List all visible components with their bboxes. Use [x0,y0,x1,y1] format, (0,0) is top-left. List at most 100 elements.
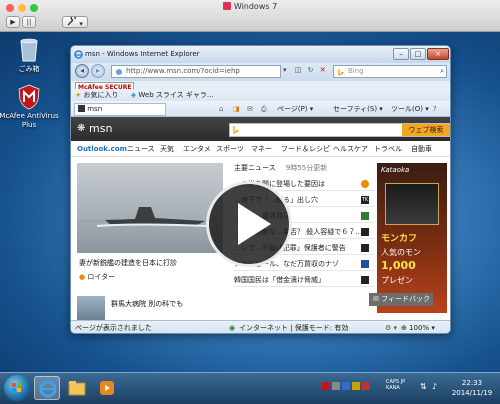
stop-icon[interactable]: ✕ [320,66,326,74]
page-icon [116,69,122,75]
tray-icon-5[interactable] [362,382,370,390]
tray-icons [322,382,382,394]
address-dropdown-icon[interactable]: ▾ [283,66,287,74]
top-stories-header: 主要ニュース 9時55分更新 [234,163,327,173]
ad-text-4: プレゼン [381,276,413,285]
taskbar-explorer[interactable] [64,376,90,400]
cat-money[interactable]: マネー [251,141,272,157]
main-news-caption[interactable]: 妻が新鋭艦の建造を日本に打診 [79,258,177,268]
web-slice-gallery[interactable]: Web スライス ギャラ... [138,91,213,99]
maximize-button[interactable]: □ [410,48,426,60]
mail-icon[interactable]: ✉ [247,101,253,117]
vm-logo-icon [222,2,231,10]
mcafee-label: McAfee AntiVirus Plus [0,112,59,129]
home-icon[interactable]: ⌂ [219,101,223,117]
status-settings-icon[interactable]: ⚙ ▾ [385,321,397,333]
tools-menu-label: ツール(O) [391,105,423,113]
address-actions: ▾ ◫ ↻ ✕ [283,66,326,74]
search-icon[interactable]: ⌕ [440,66,444,77]
video-play-overlay[interactable] [206,181,292,267]
zone-text: インターネット | 保護モード: 有効 [239,324,349,332]
source-icon-7 [361,276,369,284]
tray-icon-4[interactable] [352,382,360,390]
ie-window-title: msn - Windows Internet Explorer [85,50,200,58]
safety-menu[interactable]: セーフティ(S) ▾ [333,101,383,117]
network-icon[interactable]: ⇅ [420,382,427,391]
cat-auto[interactable]: 自動車 [411,141,432,157]
ad-text-3: 1,000 [381,259,416,272]
forward-button[interactable]: ▸ [91,64,105,78]
cat-news[interactable]: ニュース [127,141,155,157]
mcafee-shortcut[interactable]: McAfee AntiVirus Plus [0,84,59,130]
favorites-star-icon: ★ [75,91,82,99]
search-box[interactable]: Bing ⌕ [333,65,447,78]
cat-travel[interactable]: トラベル [374,141,402,157]
help-icon[interactable]: ? [433,101,437,117]
zoom-control[interactable]: ⊕ 100% ▾ [401,321,435,333]
ie-window: msn - Windows Internet Explorer – □ × ◂ … [70,45,451,334]
ad-brand: Kataoka [381,166,410,174]
search-placeholder: Bing [348,67,364,75]
play-button[interactable]: ▶ [6,16,20,28]
favorites-bar: ★ お気に入り ◈ Web スライス ギャラ... [71,89,450,101]
tools-menu[interactable]: ツール(O) ▾ [391,101,429,117]
web-slice-icon: ◈ [130,91,137,99]
folder-icon [68,381,86,396]
start-button[interactable] [4,375,30,401]
cat-entertainment[interactable]: エンタメ [183,141,211,157]
refresh-icon[interactable]: ↻ [308,66,314,74]
cat-food[interactable]: フード＆レシピ [281,141,330,157]
taskbar-ie[interactable] [34,376,60,400]
cat-health[interactable]: ヘルスケア [333,141,368,157]
taskbar: CAPS JP KANA ⇅ ♪ 22:33 2014/11/19 [0,372,500,404]
safety-menu-label: セーフティ(S) [333,105,378,113]
headline-7[interactable]: 韓国国民は「借金漬け脅威」 [234,273,374,287]
settings-button[interactable]: ▾ [62,15,88,28]
taskbar-media-player[interactable] [94,376,120,400]
cat-sports[interactable]: スポーツ [216,141,244,157]
msn-search-field[interactable]: ウェブ検索 [229,123,450,137]
msn-header: ❋ msn ウェブ検索 [71,117,450,141]
recycle-bin[interactable]: ごみ箱 [4,36,54,74]
minimize-button[interactable]: – [393,48,409,60]
mcafee-tray-icon[interactable] [322,382,330,390]
news-source[interactable]: ロイター [87,273,115,281]
feeds-icon[interactable]: ◨ [233,101,240,117]
pause-button[interactable]: || [22,16,36,28]
advertisement[interactable]: Kataoka モンカフ 人気のモン 1,000 プレゼン [377,163,447,313]
sub-story-title[interactable]: 群馬大病院 別の科でも [111,299,183,309]
bing-icon [338,69,345,76]
main-news-image[interactable] [77,163,223,253]
page-menu[interactable]: ページ(P) ▾ [277,101,313,117]
clock[interactable]: 22:33 2014/11/19 [448,378,496,398]
source-icon-2: TK [361,196,369,204]
address-url: http://www.msn.com/?ocid=iehp [126,67,240,75]
source-icon-4 [361,228,369,236]
sub-story-thumbnail[interactable] [77,296,105,320]
compat-icon[interactable]: ◫ [295,66,302,74]
wrench-icon [67,15,77,26]
feedback-button[interactable]: ✉ フィードバック [369,293,433,306]
ie-titlebar: msn - Windows Internet Explorer – □ × [71,46,450,63]
print-icon[interactable]: ⎙ [261,101,267,117]
web-search-button[interactable]: ウェブ検索 [402,124,450,136]
tray-icon-2[interactable] [332,382,340,390]
cat-outlook[interactable]: Outlook.com [77,141,127,157]
source-icon-5 [361,244,369,252]
navigation-bar: ◂ ▸ http://www.msn.com/?ocid=iehp ▾ ◫ ↻ … [71,63,450,81]
source-icon-6 [361,260,369,268]
page-menu-label: ページ(P) [277,105,308,113]
close-button[interactable]: × [427,48,449,60]
back-button[interactable]: ◂ [75,64,89,78]
tab-msn[interactable]: msn [74,103,166,116]
ime-indicator[interactable]: CAPS JP KANA [386,379,416,391]
favorites-button[interactable]: お気に入り [84,91,119,99]
ad-text-2: 人気のモン [381,248,421,257]
address-bar[interactable]: http://www.msn.com/?ocid=iehp [111,65,281,78]
zoom-level: 100% [409,324,430,332]
cat-weather[interactable]: 天気 [160,141,174,157]
submarine-photo [77,207,223,227]
volume-icon[interactable]: ♪ [432,382,437,391]
tray-icon-3[interactable] [342,382,350,390]
ie-taskbar-icon [39,380,57,398]
